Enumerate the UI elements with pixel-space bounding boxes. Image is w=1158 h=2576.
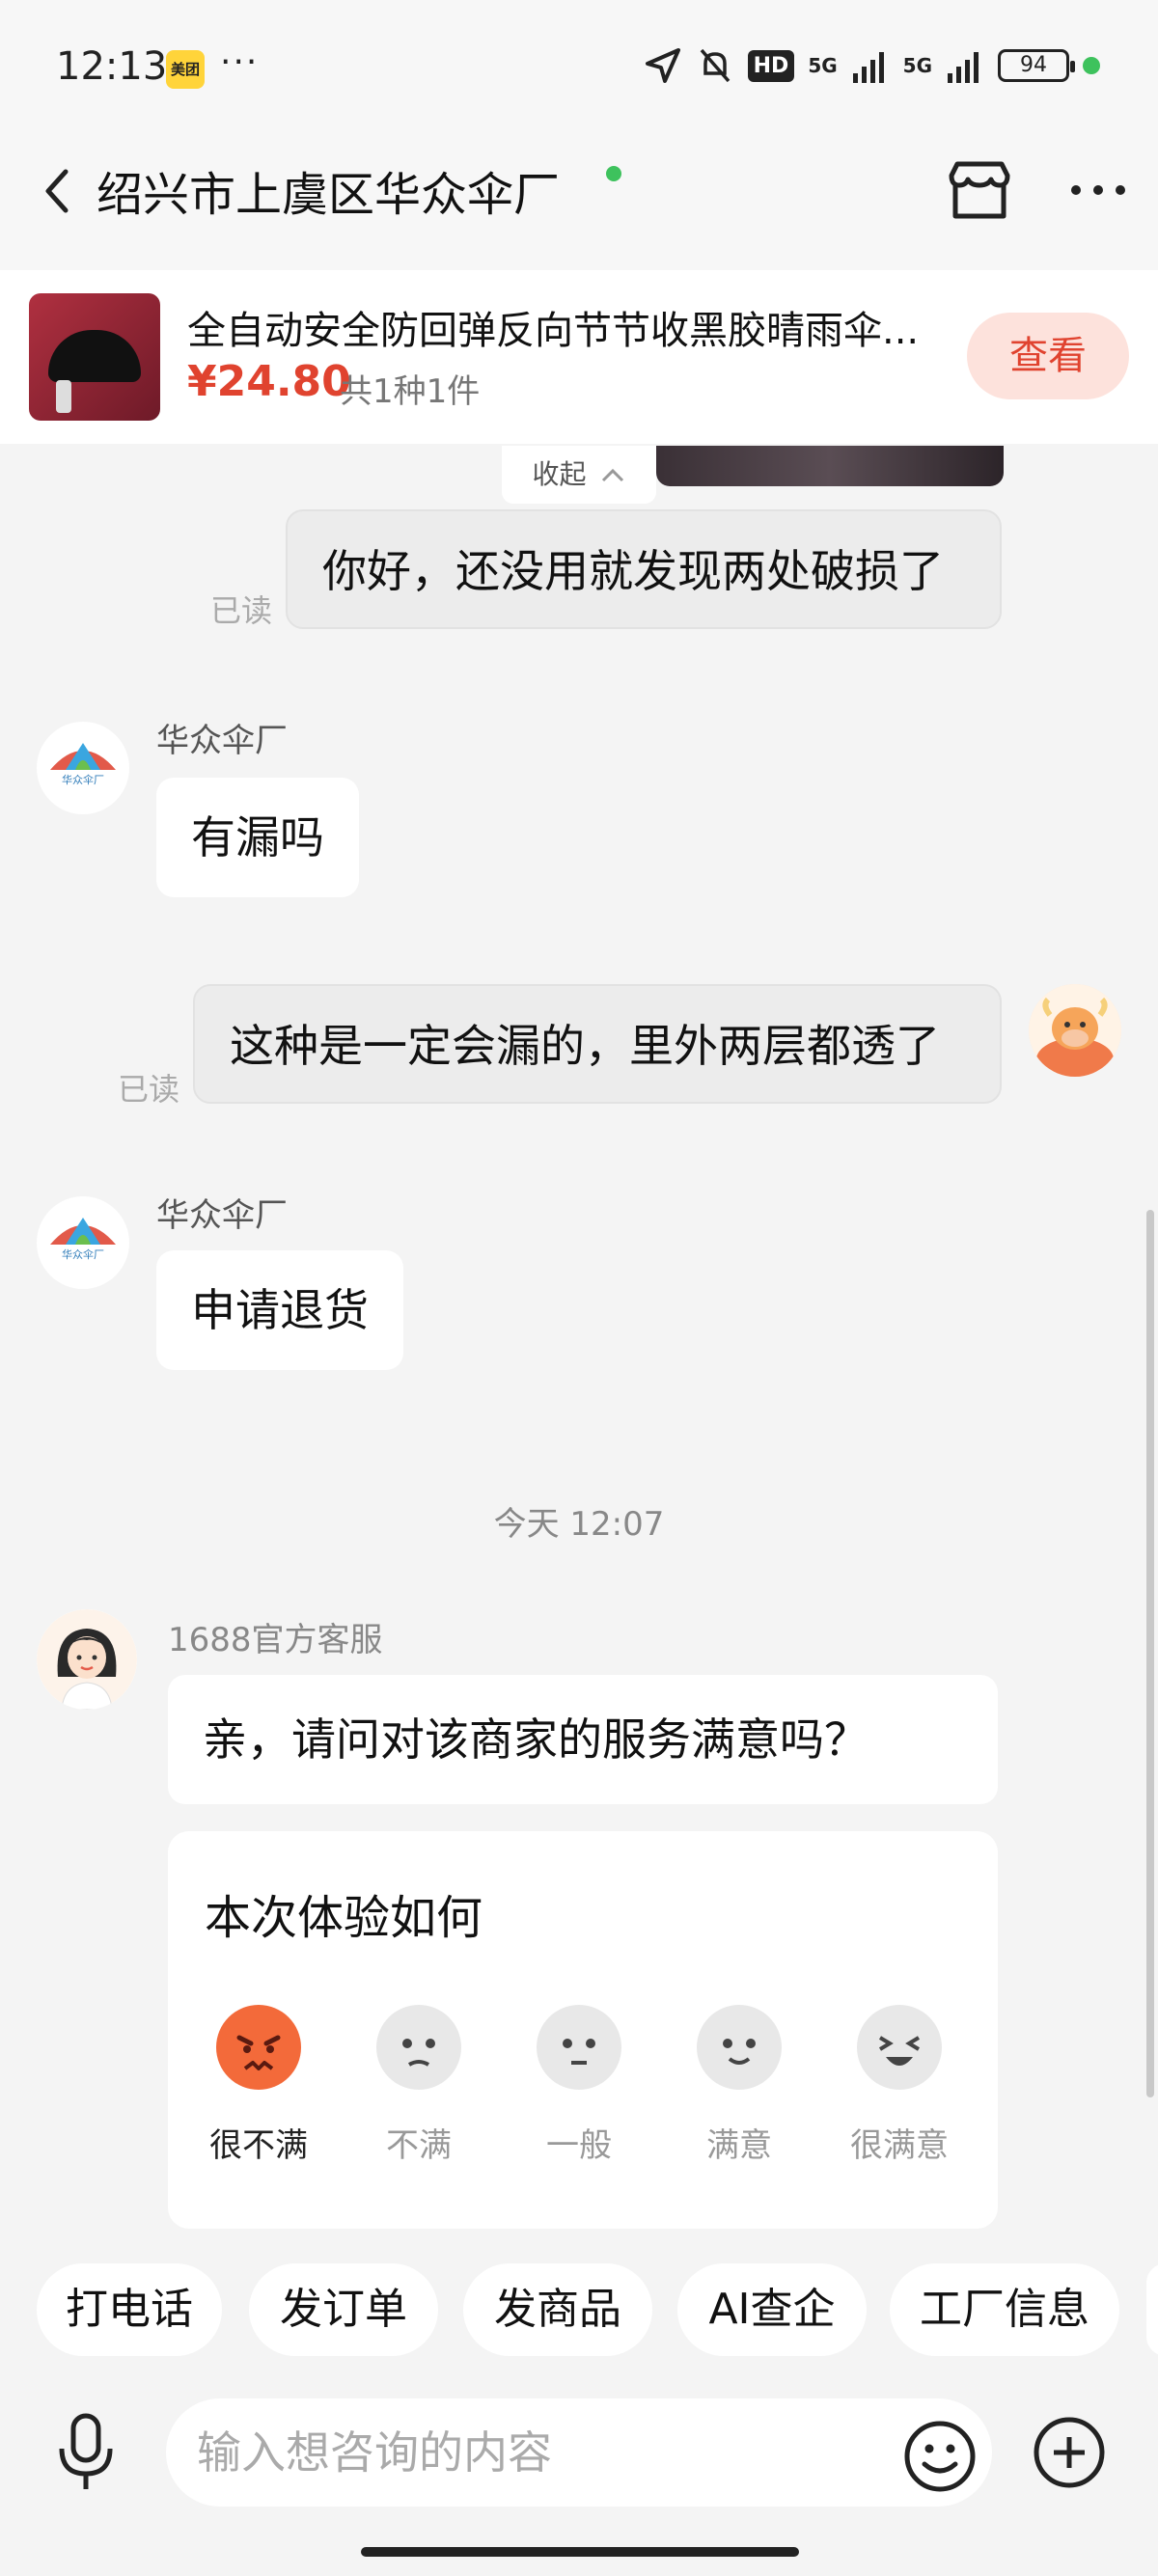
emoji-icon[interactable] xyxy=(903,2420,977,2493)
online-status-dot xyxy=(606,166,621,181)
seller-avatar[interactable]: 华众伞厂 xyxy=(37,722,129,814)
read-status: 已读 xyxy=(118,1071,180,1108)
svg-text:华众伞厂: 华众伞厂 xyxy=(62,1247,104,1261)
signal-icon xyxy=(852,52,884,83)
collapse-button[interactable]: 收起 xyxy=(502,446,656,504)
umbrella-graphic xyxy=(48,330,141,382)
service-message-bubble[interactable]: 亲，请问对该商家的服务满意吗？ xyxy=(168,1675,998,1804)
mute-bell-icon xyxy=(700,48,730,83)
shop-icon[interactable] xyxy=(946,160,1013,220)
chevron-up-icon xyxy=(602,468,624,482)
notification-more-icon: ··· xyxy=(220,42,260,82)
view-product-button[interactable]: 查看 xyxy=(967,313,1129,399)
hd-badge: HD xyxy=(747,49,795,82)
message-bubble-outgoing[interactable]: 这种是一定会漏的，里外两层都透了 xyxy=(193,984,1002,1104)
network-label-1: 5G xyxy=(808,54,838,77)
status-time: 12:13 xyxy=(56,44,168,89)
message-timestamp: 今天 12:07 xyxy=(493,1505,665,1544)
user-avatar[interactable] xyxy=(1029,984,1121,1077)
message-bubble-incoming[interactable]: 申请退货 xyxy=(156,1250,403,1370)
quick-action-ai-company-check[interactable]: AI查企 xyxy=(677,2263,867,2356)
plus-icon[interactable] xyxy=(1033,2416,1106,2489)
face-label-satisfied: 满意 xyxy=(706,2126,772,2165)
seller-avatar[interactable]: 华众伞厂 xyxy=(37,1196,129,1289)
sender-name: 华众伞厂 xyxy=(156,722,288,760)
read-status: 已读 xyxy=(210,592,273,629)
message-input[interactable] xyxy=(166,2398,992,2507)
chat-scrollbar[interactable] xyxy=(1146,1210,1154,2097)
agent-avatar-icon xyxy=(37,1609,137,1710)
umbrella-logo-icon: 华众伞厂 xyxy=(50,1218,116,1261)
umbrella-logo-icon: 华众伞厂 xyxy=(50,743,116,786)
chat-title: 绍兴市上虞区华众伞厂 xyxy=(96,168,561,222)
face-label-neutral: 一般 xyxy=(546,2126,612,2165)
satisfied-face-icon[interactable] xyxy=(695,2003,784,2092)
location-icon xyxy=(645,48,680,83)
privacy-indicator-dot xyxy=(1083,57,1100,74)
sender-name: 华众伞厂 xyxy=(156,1196,288,1235)
status-icons: HD 5G 5G 94 xyxy=(644,46,1100,85)
image-message-edge[interactable] xyxy=(656,446,1004,486)
umbrella-handle-graphic xyxy=(56,380,71,413)
service-agent-avatar[interactable] xyxy=(37,1609,137,1710)
microphone-icon[interactable] xyxy=(52,2412,120,2493)
home-indicator[interactable] xyxy=(361,2547,799,2557)
dissatisfied-face-icon[interactable] xyxy=(374,2003,463,2092)
collapse-label: 收起 xyxy=(532,458,587,490)
service-sender-name: 1688官方客服 xyxy=(168,1621,383,1659)
quick-action-call[interactable]: 打电话 xyxy=(37,2263,222,2356)
quick-action-send-order[interactable]: 发订单 xyxy=(249,2263,438,2356)
product-image[interactable] xyxy=(29,293,160,421)
more-options-icon[interactable] xyxy=(1069,183,1127,197)
battery-icon: 94 xyxy=(998,49,1075,82)
network-label-2: 5G xyxy=(902,54,932,77)
very-satisfied-face-icon[interactable] xyxy=(855,2003,944,2092)
quick-action-more-partial[interactable] xyxy=(1146,2263,1158,2356)
cow-mascot-icon xyxy=(1029,984,1121,1077)
product-count: 共1种1件 xyxy=(340,372,481,411)
quick-action-factory-info[interactable]: 工厂信息 xyxy=(890,2263,1119,2356)
face-label-very-dissatisfied: 很不满 xyxy=(209,2126,308,2165)
survey-title: 本次体验如何 xyxy=(205,1891,483,1945)
back-arrow-icon[interactable] xyxy=(37,162,75,220)
message-bubble-incoming[interactable]: 有漏吗 xyxy=(156,778,359,897)
quick-action-send-product[interactable]: 发商品 xyxy=(463,2263,652,2356)
signal-icon-2 xyxy=(948,52,979,83)
product-price: ¥24.80 xyxy=(187,357,351,406)
face-label-dissatisfied: 不满 xyxy=(386,2126,452,2165)
meituan-app-icon: 美团 xyxy=(166,50,205,89)
face-label-very-satisfied: 很满意 xyxy=(850,2126,949,2165)
product-title: 全自动安全防回弹反向节节收黑胶晴雨伞... xyxy=(187,309,920,353)
very-dissatisfied-face-icon[interactable] xyxy=(214,2003,303,2092)
message-bubble-outgoing[interactable]: 你好，还没用就发现两处破损了 xyxy=(286,509,1002,629)
svg-text:华众伞厂: 华众伞厂 xyxy=(62,773,104,786)
neutral-face-icon[interactable] xyxy=(535,2003,623,2092)
